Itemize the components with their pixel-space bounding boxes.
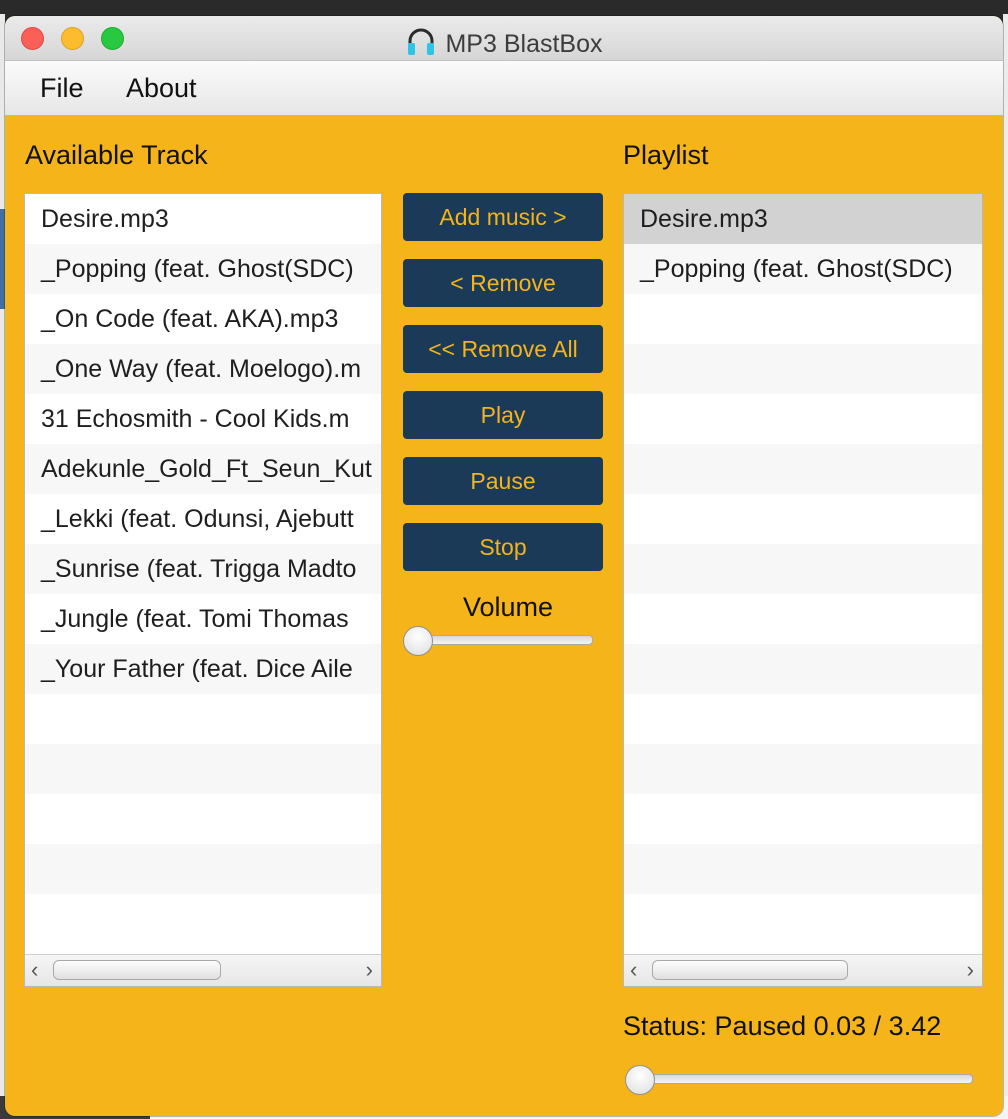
playlist-empty-row[interactable] bbox=[624, 594, 982, 644]
available-item[interactable]: _Sunrise (feat. Trigga Madto bbox=[25, 544, 381, 594]
menu-file[interactable]: File bbox=[40, 73, 84, 104]
scroll-left-icon[interactable]: ‹ bbox=[630, 957, 637, 983]
scroll-right-icon[interactable]: › bbox=[967, 957, 974, 983]
playlist-empty-row[interactable] bbox=[624, 494, 982, 544]
playlist-empty-row[interactable] bbox=[624, 344, 982, 394]
scroll-left-icon[interactable]: ‹ bbox=[31, 957, 38, 983]
available-empty-row[interactable] bbox=[25, 844, 381, 894]
app-window: MP3 BlastBox File About Available Track … bbox=[5, 16, 1003, 1116]
available-horizontal-scrollbar[interactable]: ‹ › bbox=[25, 954, 381, 986]
available-item[interactable]: _Popping (feat. Ghost(SDC) bbox=[25, 244, 381, 294]
playlist-empty-row[interactable] bbox=[624, 544, 982, 594]
playlist-empty-row[interactable] bbox=[624, 894, 982, 944]
desktop-right-edge bbox=[1003, 14, 1008, 1096]
play-button[interactable]: Play bbox=[403, 391, 603, 439]
playlist-horizontal-scrollbar[interactable]: ‹ › bbox=[624, 954, 982, 986]
available-track-label: Available Track bbox=[25, 140, 208, 170]
playlist-scroll-thumb[interactable] bbox=[652, 960, 848, 980]
available-item[interactable]: _One Way (feat. Moelogo).m bbox=[25, 344, 381, 394]
playlist-empty-row[interactable] bbox=[624, 794, 982, 844]
playlist-list[interactable]: Desire.mp3 _Popping (feat. Ghost(SDC) ‹ › bbox=[623, 193, 983, 987]
add-music-button[interactable]: Add music > bbox=[403, 193, 603, 241]
progress-slider-knob[interactable] bbox=[625, 1065, 655, 1095]
playlist-empty-row[interactable] bbox=[624, 394, 982, 444]
available-track-list[interactable]: Desire.mp3 _Popping (feat. Ghost(SDC) _On … bbox=[24, 193, 382, 987]
window-title: MP3 BlastBox bbox=[5, 25, 1003, 64]
available-item[interactable]: _On Code (feat. AKA).mp3 bbox=[25, 294, 381, 344]
available-item[interactable]: Desire.mp3 bbox=[25, 194, 381, 244]
menu-about[interactable]: About bbox=[126, 73, 197, 104]
volume-slider-track[interactable] bbox=[405, 635, 593, 645]
playlist-empty-row[interactable] bbox=[624, 444, 982, 494]
playlist-empty-row[interactable] bbox=[624, 694, 982, 744]
headphones-icon bbox=[405, 25, 437, 64]
playlist-rows: Desire.mp3 _Popping (feat. Ghost(SDC) bbox=[624, 194, 982, 944]
available-scroll-thumb[interactable] bbox=[53, 960, 221, 980]
playlist-empty-row[interactable] bbox=[624, 294, 982, 344]
desktop-top-edge bbox=[0, 0, 1008, 14]
available-item[interactable]: Adekunle_Gold_Ft_Seun_Kut bbox=[25, 444, 381, 494]
available-item[interactable]: _Lekki (feat. Odunsi, Ajebutt bbox=[25, 494, 381, 544]
available-item[interactable]: _Your Father (feat. Dice Aile bbox=[25, 644, 381, 694]
available-empty-row[interactable] bbox=[25, 744, 381, 794]
pause-button[interactable]: Pause bbox=[403, 457, 603, 505]
scroll-right-icon[interactable]: › bbox=[366, 957, 373, 983]
playlist-label: Playlist bbox=[623, 140, 709, 170]
available-empty-row[interactable] bbox=[25, 894, 381, 944]
playlist-empty-row[interactable] bbox=[624, 844, 982, 894]
menu-bar: File About bbox=[5, 61, 1003, 116]
playlist-item[interactable]: Desire.mp3 bbox=[624, 194, 982, 244]
available-track-rows: Desire.mp3 _Popping (feat. Ghost(SDC) _On … bbox=[25, 194, 381, 944]
remove-button[interactable]: < Remove bbox=[403, 259, 603, 307]
stop-button[interactable]: Stop bbox=[403, 523, 603, 571]
available-empty-row[interactable] bbox=[25, 694, 381, 744]
playlist-empty-row[interactable] bbox=[624, 744, 982, 794]
playlist-empty-row[interactable] bbox=[624, 644, 982, 694]
volume-slider-knob[interactable] bbox=[403, 626, 433, 656]
playlist-item[interactable]: _Popping (feat. Ghost(SDC) bbox=[624, 244, 982, 294]
volume-label: Volume bbox=[462, 592, 554, 622]
window-title-text: MP3 BlastBox bbox=[445, 30, 603, 58]
available-item[interactable]: _Jungle (feat. Tomi Thomas bbox=[25, 594, 381, 644]
available-empty-row[interactable] bbox=[25, 794, 381, 844]
title-bar[interactable]: MP3 BlastBox bbox=[5, 16, 1003, 61]
remove-all-button[interactable]: << Remove All bbox=[403, 325, 603, 373]
status-text: Status: Paused 0.03 / 3.42 bbox=[623, 1011, 942, 1041]
progress-slider-track[interactable] bbox=[627, 1074, 973, 1084]
available-item[interactable]: 31 Echosmith - Cool Kids.m bbox=[25, 394, 381, 444]
